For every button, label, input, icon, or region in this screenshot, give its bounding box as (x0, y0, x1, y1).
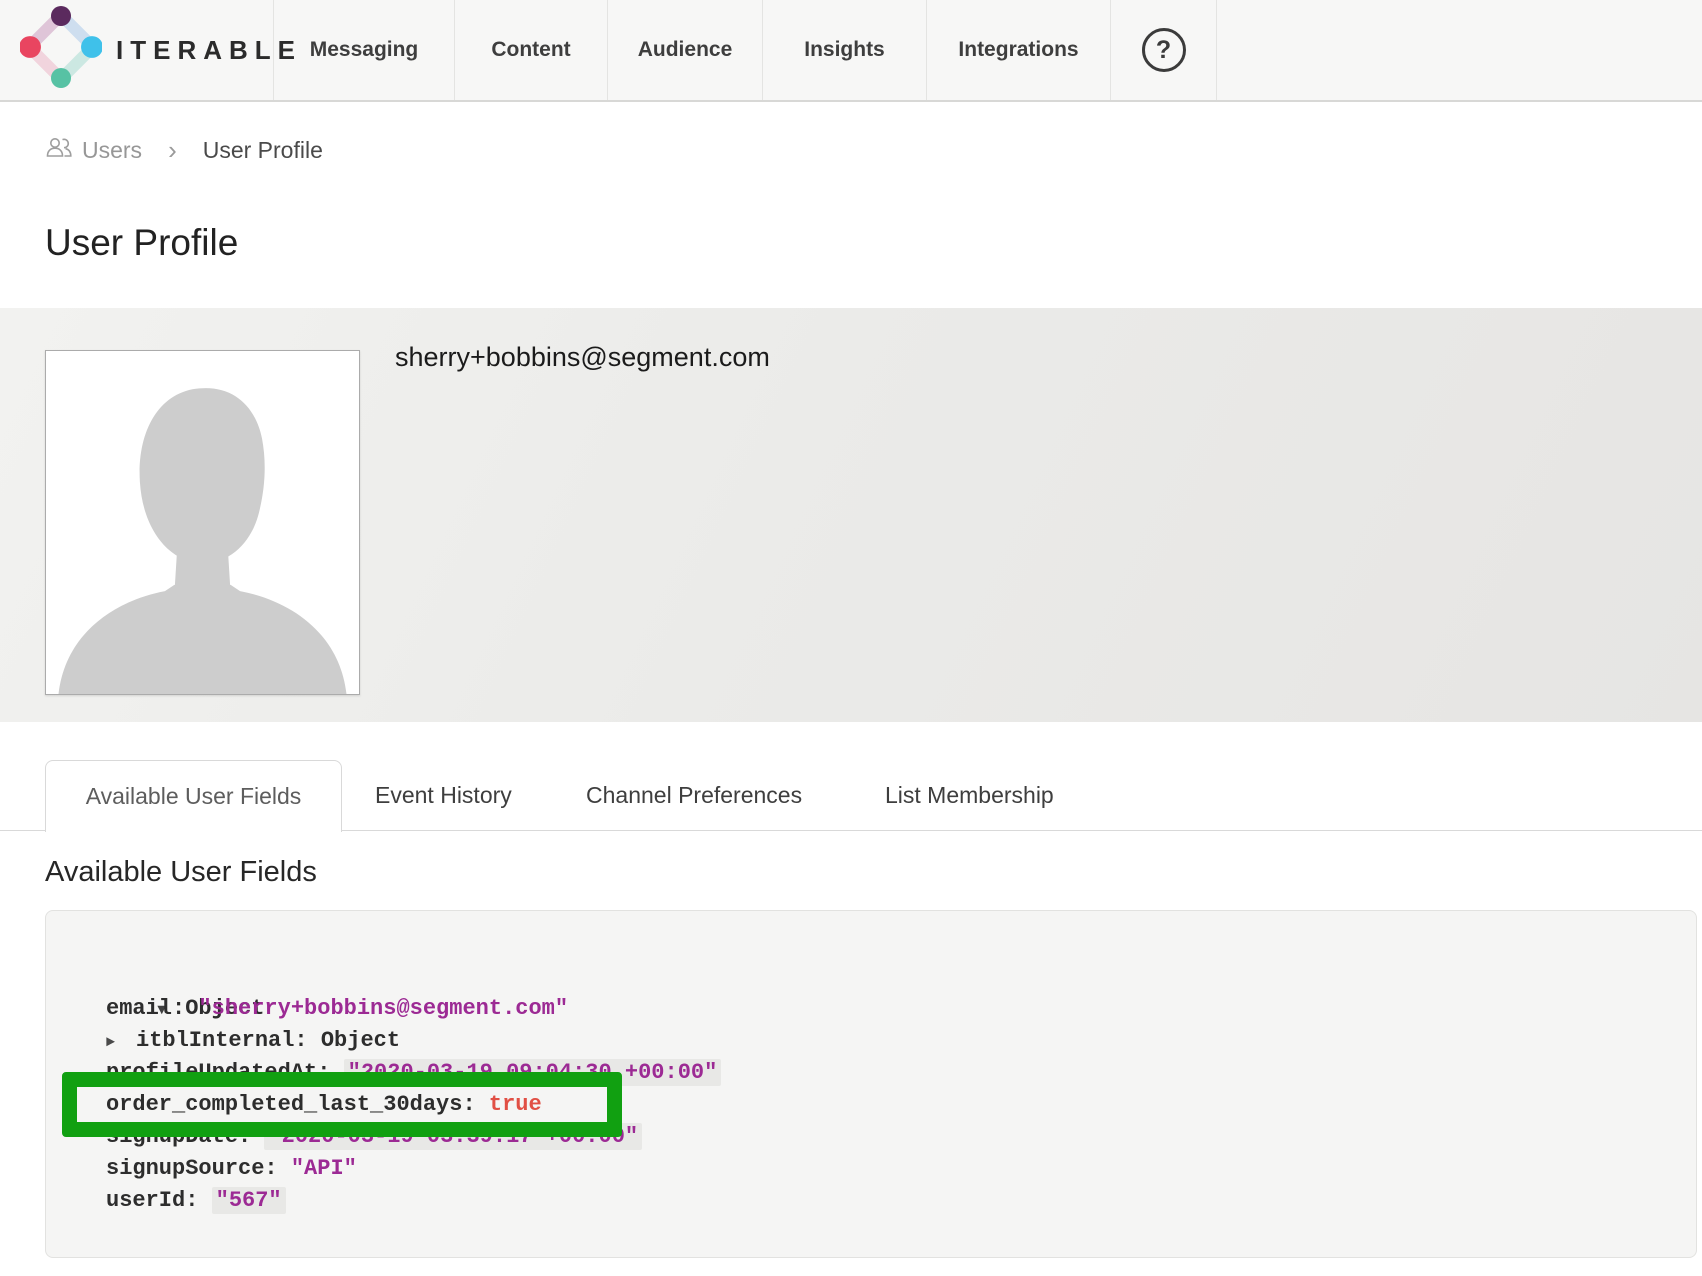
users-icon (45, 136, 73, 164)
json-value: "API" (291, 1156, 357, 1181)
json-row-email: email: "sherry+bobbins@segment.com" (46, 993, 1696, 1025)
tab-event-history[interactable]: Event History (375, 760, 512, 831)
json-key: order_completed_last_30days: (106, 1092, 489, 1117)
breadcrumb-users-label: Users (82, 137, 142, 164)
json-key: signupDate: (106, 1124, 264, 1149)
json-key: email: (106, 996, 198, 1021)
tab-channel-preferences[interactable]: Channel Preferences (586, 760, 802, 831)
user-profile-page: ITERABLE Messaging Content Audience Insi… (0, 0, 1702, 1276)
avatar (45, 350, 360, 695)
tab-available-user-fields[interactable]: Available User Fields (45, 760, 342, 832)
json-key: profileUpdatedAt: (106, 1060, 344, 1085)
iterable-logo-icon (20, 6, 102, 94)
tab-list-membership[interactable]: List Membership (885, 760, 1054, 831)
breadcrumb: Users › User Profile (45, 134, 323, 166)
json-value: "2020-03-19 09:04:30 +00:00" (344, 1059, 722, 1086)
nav-item-integrations[interactable]: Integrations (927, 0, 1111, 100)
nav-item-insights[interactable]: Insights (763, 0, 927, 100)
help-question-icon: ? (1142, 28, 1186, 72)
nav-item-audience[interactable]: Audience (608, 0, 763, 100)
section-heading: Available User Fields (45, 856, 317, 889)
breadcrumb-users-link[interactable]: Users (45, 136, 142, 164)
available-user-fields-panel: ▼Object email: "sherry+bobbins@segment.c… (45, 910, 1697, 1258)
top-nav: ITERABLE Messaging Content Audience Insi… (0, 0, 1702, 102)
json-value: "2020-03-19 03:39:17 +00:00" (264, 1123, 642, 1150)
nav-spacer (1217, 0, 1702, 100)
breadcrumb-current: User Profile (203, 137, 323, 164)
json-root-row: ▼Object (46, 961, 1696, 993)
json-row-itblInternal: ►itblInternal: Object (46, 1025, 1696, 1057)
page-title: User Profile (45, 222, 238, 264)
json-key: userId: (106, 1188, 212, 1213)
json-key: itblInternal: (136, 1028, 321, 1053)
breadcrumb-chevron-icon: › (156, 137, 189, 163)
json-row-order_completed_last_30days: order_completed_last_30days: true (46, 1089, 1696, 1121)
iterable-logo[interactable]: ITERABLE (0, 0, 274, 100)
expand-arrow-icon[interactable]: ► (106, 1027, 136, 1059)
nav-help-button[interactable]: ? (1111, 0, 1217, 100)
json-value: "567" (212, 1187, 286, 1214)
profile-email: sherry+bobbins@segment.com (395, 342, 770, 373)
json-value: "sherry+bobbins@segment.com" (198, 996, 568, 1021)
json-row-profileUpdatedAt: profileUpdatedAt: "2020-03-19 09:04:30 +… (46, 1057, 1696, 1089)
json-value: Object (321, 1028, 400, 1053)
json-row-userId: userId: "567" (46, 1185, 1696, 1217)
nav-item-messaging[interactable]: Messaging (274, 0, 455, 100)
avatar-silhouette-icon (46, 351, 359, 694)
nav-item-content[interactable]: Content (455, 0, 608, 100)
json-value: true (489, 1092, 542, 1117)
json-row-signupDate: signupDate: "2020-03-19 03:39:17 +00:00" (46, 1121, 1696, 1153)
json-tree-rows: email: "sherry+bobbins@segment.com"►itbl… (46, 993, 1696, 1217)
profile-hero: sherry+bobbins@segment.com (0, 308, 1702, 722)
json-key: signupSource: (106, 1156, 291, 1181)
json-row-signupSource: signupSource: "API" (46, 1153, 1696, 1185)
